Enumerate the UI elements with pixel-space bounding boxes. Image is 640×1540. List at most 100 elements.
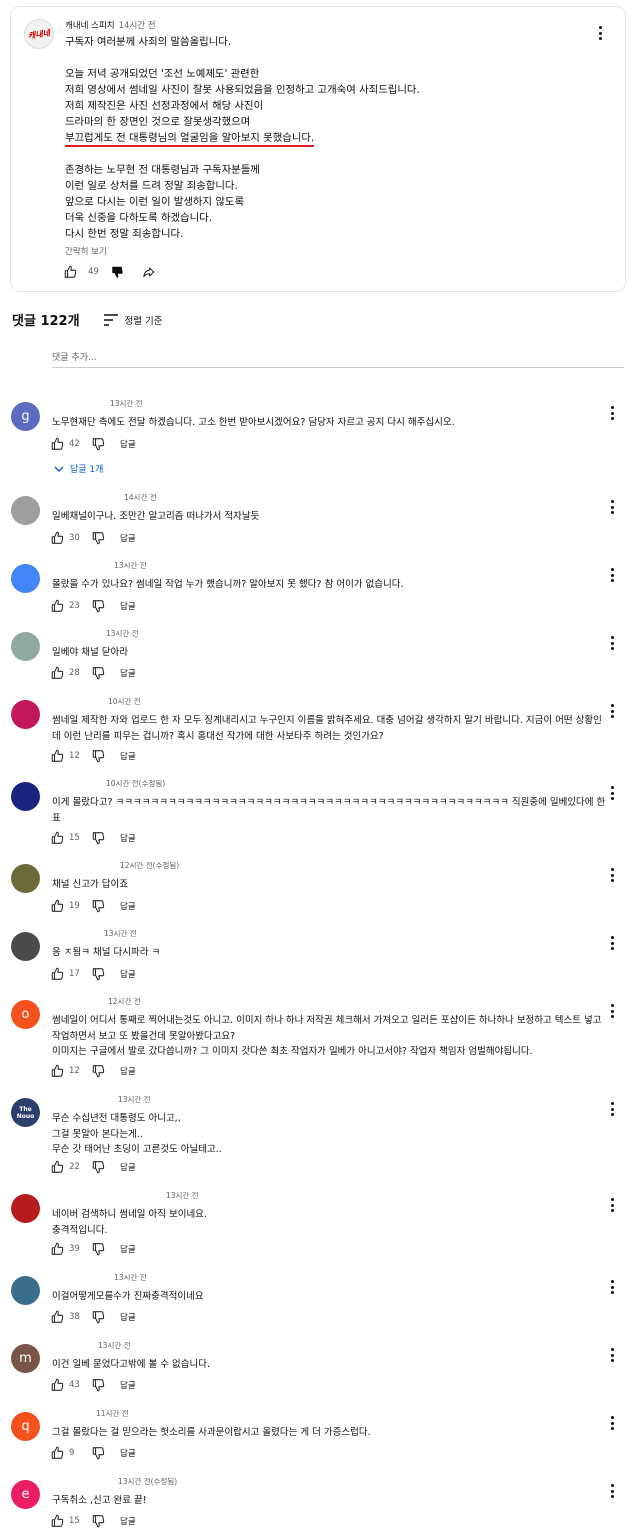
comment-reply-button[interactable]: 답글 bbox=[120, 600, 136, 612]
comment-reply-button[interactable]: 답글 bbox=[120, 1243, 136, 1255]
comment-like-count: 12 bbox=[69, 751, 80, 761]
comment-dislike-button[interactable] bbox=[91, 437, 106, 451]
comment-like-button[interactable] bbox=[50, 831, 65, 845]
comment-reply-button[interactable]: 답글 bbox=[120, 968, 136, 980]
comment-like-button[interactable] bbox=[50, 1446, 65, 1460]
commenter-avatar[interactable]: q bbox=[11, 1412, 40, 1441]
commenter-avatar[interactable] bbox=[11, 1194, 40, 1223]
thumbs-up-icon bbox=[51, 666, 64, 679]
comment-reply-button[interactable]: 답글 bbox=[120, 1515, 136, 1527]
comment-reply-button[interactable]: 답글 bbox=[120, 1447, 136, 1459]
comment-like-button[interactable] bbox=[50, 899, 65, 913]
comment-dislike-button[interactable] bbox=[91, 531, 106, 545]
comment-more-actions-icon[interactable] bbox=[605, 566, 619, 584]
comment-reply-button[interactable]: 답글 bbox=[120, 532, 136, 544]
comment-dislike-button[interactable] bbox=[91, 599, 106, 613]
post-dislike-button[interactable] bbox=[110, 265, 125, 279]
comment-more-actions-icon[interactable] bbox=[605, 1482, 619, 1500]
comment-more-actions-icon[interactable] bbox=[605, 866, 619, 884]
comment-more-actions-icon[interactable] bbox=[605, 1278, 619, 1296]
comment-dislike-button[interactable] bbox=[91, 831, 106, 845]
post-channel-name[interactable]: 캐내네 스피치 bbox=[65, 21, 115, 31]
comment-item: 13시간 전 일베야 채널 닫아라 28 답글 bbox=[0, 628, 640, 698]
comment-dislike-button[interactable] bbox=[91, 899, 106, 913]
commenter-avatar[interactable] bbox=[11, 1276, 40, 1305]
commenter-avatar[interactable]: e bbox=[11, 1480, 40, 1509]
comment-dislike-button[interactable] bbox=[91, 666, 106, 680]
commenter-avatar[interactable]: m bbox=[11, 1344, 40, 1373]
comment-dislike-button[interactable] bbox=[91, 967, 106, 981]
post-like-button[interactable] bbox=[63, 265, 78, 279]
comment-text: 몰랐을 수가 있나요? 썸네일 작업 누가 했습니까? 알아보지 못 했다? 참… bbox=[52, 579, 404, 590]
comment-like-button[interactable] bbox=[50, 1064, 65, 1078]
commenter-avatar[interactable] bbox=[11, 864, 40, 893]
comment-more-actions-icon[interactable] bbox=[605, 634, 619, 652]
comment-text: 채널 신고가 답이죠 bbox=[52, 879, 128, 890]
commenter-avatar[interactable] bbox=[11, 782, 40, 811]
comment-more-actions-icon[interactable] bbox=[605, 1002, 619, 1020]
comment-like-button[interactable] bbox=[50, 1160, 65, 1174]
comment-like-button[interactable] bbox=[50, 437, 65, 451]
comment-like-button[interactable] bbox=[50, 1310, 65, 1324]
comment-like-button[interactable] bbox=[50, 967, 65, 981]
sort-button[interactable]: 정렬 기준 bbox=[103, 313, 163, 327]
comment-reply-button[interactable]: 답글 bbox=[120, 1379, 136, 1391]
show-less-link[interactable]: 간략히 보기 bbox=[65, 245, 107, 257]
channel-avatar[interactable]: 캐내네 bbox=[24, 19, 54, 49]
post-more-actions-icon[interactable] bbox=[593, 24, 607, 42]
comment-like-count: 12 bbox=[69, 1066, 80, 1076]
avatar-letter: g bbox=[21, 409, 30, 424]
post-like-count: 49 bbox=[88, 267, 99, 277]
comment-more-actions-icon[interactable] bbox=[605, 1414, 619, 1432]
commenter-avatar[interactable] bbox=[11, 932, 40, 961]
commenter-avatar[interactable] bbox=[11, 496, 40, 525]
comment-more-actions-icon[interactable] bbox=[605, 498, 619, 516]
commenter-avatar[interactable] bbox=[11, 632, 40, 661]
thumbs-down-icon bbox=[92, 1447, 105, 1460]
comment-reply-button[interactable]: 답글 bbox=[120, 1311, 136, 1323]
comment-dislike-button[interactable] bbox=[91, 1378, 106, 1392]
comment-dislike-button[interactable] bbox=[91, 749, 106, 763]
comment-reply-button[interactable]: 답글 bbox=[120, 438, 136, 450]
commenter-avatar[interactable]: g bbox=[11, 402, 40, 431]
comment-like-button[interactable] bbox=[50, 1242, 65, 1256]
commenter-avatar[interactable]: o bbox=[11, 1000, 40, 1029]
comment-like-button[interactable] bbox=[50, 749, 65, 763]
comment-like-button[interactable] bbox=[50, 599, 65, 613]
commenter-avatar[interactable] bbox=[11, 700, 40, 729]
thumbs-up-icon bbox=[51, 1378, 64, 1391]
comment-like-button[interactable] bbox=[50, 666, 65, 680]
comment-like-button[interactable] bbox=[50, 531, 65, 545]
thumbs-up-icon bbox=[51, 531, 64, 544]
comment-more-actions-icon[interactable] bbox=[605, 702, 619, 720]
comment-reply-button[interactable]: 답글 bbox=[120, 1065, 136, 1077]
comment-more-actions-icon[interactable] bbox=[605, 784, 619, 802]
post-share-button[interactable] bbox=[141, 265, 156, 279]
comment-dislike-button[interactable] bbox=[91, 1242, 106, 1256]
comment-dislike-button[interactable] bbox=[91, 1064, 106, 1078]
comment-reply-button[interactable]: 답글 bbox=[120, 750, 136, 762]
commenter-avatar[interactable] bbox=[11, 564, 40, 593]
comment-reply-button[interactable]: 답글 bbox=[120, 900, 136, 912]
comment-more-actions-icon[interactable] bbox=[605, 1100, 619, 1118]
comment-like-button[interactable] bbox=[50, 1378, 65, 1392]
comment-more-actions-icon[interactable] bbox=[605, 404, 619, 422]
comment-like-button[interactable] bbox=[50, 1514, 65, 1528]
comment-reply-button[interactable]: 답글 bbox=[120, 1161, 136, 1173]
comment-more-actions-icon[interactable] bbox=[605, 1346, 619, 1364]
comment-dislike-button[interactable] bbox=[91, 1514, 106, 1528]
view-replies-button[interactable]: 답글 1개 bbox=[54, 462, 103, 475]
comment-time: 12시간 전 bbox=[108, 997, 141, 1006]
comment-dislike-button[interactable] bbox=[91, 1160, 106, 1174]
comment-more-actions-icon[interactable] bbox=[605, 1196, 619, 1214]
comment-time: 14시간 전 bbox=[124, 493, 157, 502]
add-comment-input[interactable] bbox=[52, 348, 624, 368]
commenter-avatar[interactable]: The Nouo bbox=[11, 1098, 40, 1127]
comment-like-count: 38 bbox=[69, 1312, 80, 1322]
comment-reply-button[interactable]: 답글 bbox=[120, 832, 136, 844]
comment-more-actions-icon[interactable] bbox=[605, 934, 619, 952]
comment-reply-button[interactable]: 답글 bbox=[120, 667, 136, 679]
comment-time: 13시간 전 bbox=[166, 1191, 199, 1200]
comment-dislike-button[interactable] bbox=[91, 1446, 106, 1460]
comment-dislike-button[interactable] bbox=[91, 1310, 106, 1324]
